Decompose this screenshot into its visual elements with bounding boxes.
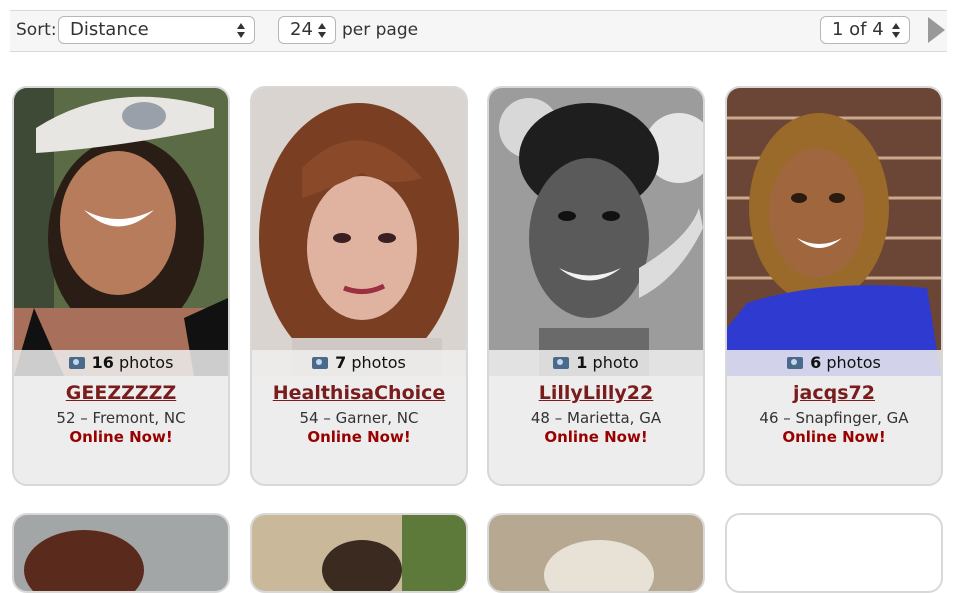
profile-card[interactable]: [487, 513, 705, 593]
profile-photo[interactable]: [14, 88, 228, 376]
profile-card[interactable]: [12, 513, 230, 593]
photos-label: photos: [351, 353, 406, 372]
photo-count-bar[interactable]: 6 photos: [727, 350, 941, 376]
profile-photo[interactable]: [252, 88, 466, 376]
camera-icon: [312, 357, 329, 369]
profile-card[interactable]: 7 photos HealthisaChoice 54 – Garner, NC…: [250, 86, 468, 486]
photo-count-bar[interactable]: 16 photos: [14, 350, 228, 376]
per-page-label: per page: [342, 20, 419, 40]
select-arrows-icon: [237, 19, 247, 41]
photo-count: 6: [810, 353, 822, 372]
username-link[interactable]: LillyLilly22: [489, 382, 703, 404]
profile-photo[interactable]: [489, 88, 703, 376]
photo-count: 7: [335, 353, 347, 372]
photo-count: 16: [91, 353, 114, 372]
age-location: 54 – Garner, NC: [299, 409, 419, 427]
per-page-value: 24: [290, 19, 313, 40]
online-status: Online Now!: [544, 428, 648, 446]
age-location: 48 – Marietta, GA: [530, 409, 662, 427]
empty-card: [725, 513, 943, 593]
profile-card[interactable]: [250, 513, 468, 593]
username-link[interactable]: GEEZZZZZ: [14, 382, 228, 404]
sort-select[interactable]: Distance: [58, 16, 255, 44]
photo-count-bar[interactable]: 7 photos: [252, 350, 466, 376]
camera-icon: [68, 357, 85, 369]
profile-photo[interactable]: [727, 88, 941, 376]
profile-card[interactable]: 6 photos jacqs72 46 – Snapfinger, GA Onl…: [725, 86, 943, 486]
username-link[interactable]: HealthisaChoice: [252, 382, 466, 404]
camera-icon: [553, 357, 570, 369]
camera-icon: [787, 357, 804, 369]
photos-label: photo: [592, 353, 639, 372]
page-select[interactable]: 1 of 4: [820, 16, 910, 44]
photo-count: 1: [576, 353, 588, 372]
profile-card[interactable]: 16 photos GEEZZZZZ 52 – Fremont, NC Onli…: [12, 86, 230, 486]
photo-count-bar[interactable]: 1 photo: [489, 350, 703, 376]
online-status: Online Now!: [782, 428, 886, 446]
profile-photo[interactable]: [252, 515, 466, 593]
select-arrows-icon: [892, 19, 902, 41]
profile-card[interactable]: 1 photo LillyLilly22 48 – Marietta, GA O…: [487, 86, 705, 486]
next-page-icon[interactable]: [928, 17, 945, 43]
sort-select-value: Distance: [70, 19, 149, 40]
username-link[interactable]: jacqs72: [727, 382, 941, 404]
results-toolbar: Sort: Distance 24 per page 1 of 4: [10, 10, 947, 52]
age-location: 46 – Snapfinger, GA: [759, 409, 909, 427]
profile-photo[interactable]: [14, 515, 228, 593]
profile-photo[interactable]: [489, 515, 703, 593]
online-status: Online Now!: [307, 428, 411, 446]
per-page-select[interactable]: 24: [278, 16, 336, 44]
photos-label: photos: [826, 353, 881, 372]
sort-label: Sort:: [16, 20, 57, 40]
age-location: 52 – Fremont, NC: [56, 409, 186, 427]
photos-label: photos: [118, 353, 174, 372]
online-status: Online Now!: [69, 428, 173, 446]
select-arrows-icon: [318, 19, 328, 41]
page-select-value: 1 of 4: [832, 19, 884, 40]
